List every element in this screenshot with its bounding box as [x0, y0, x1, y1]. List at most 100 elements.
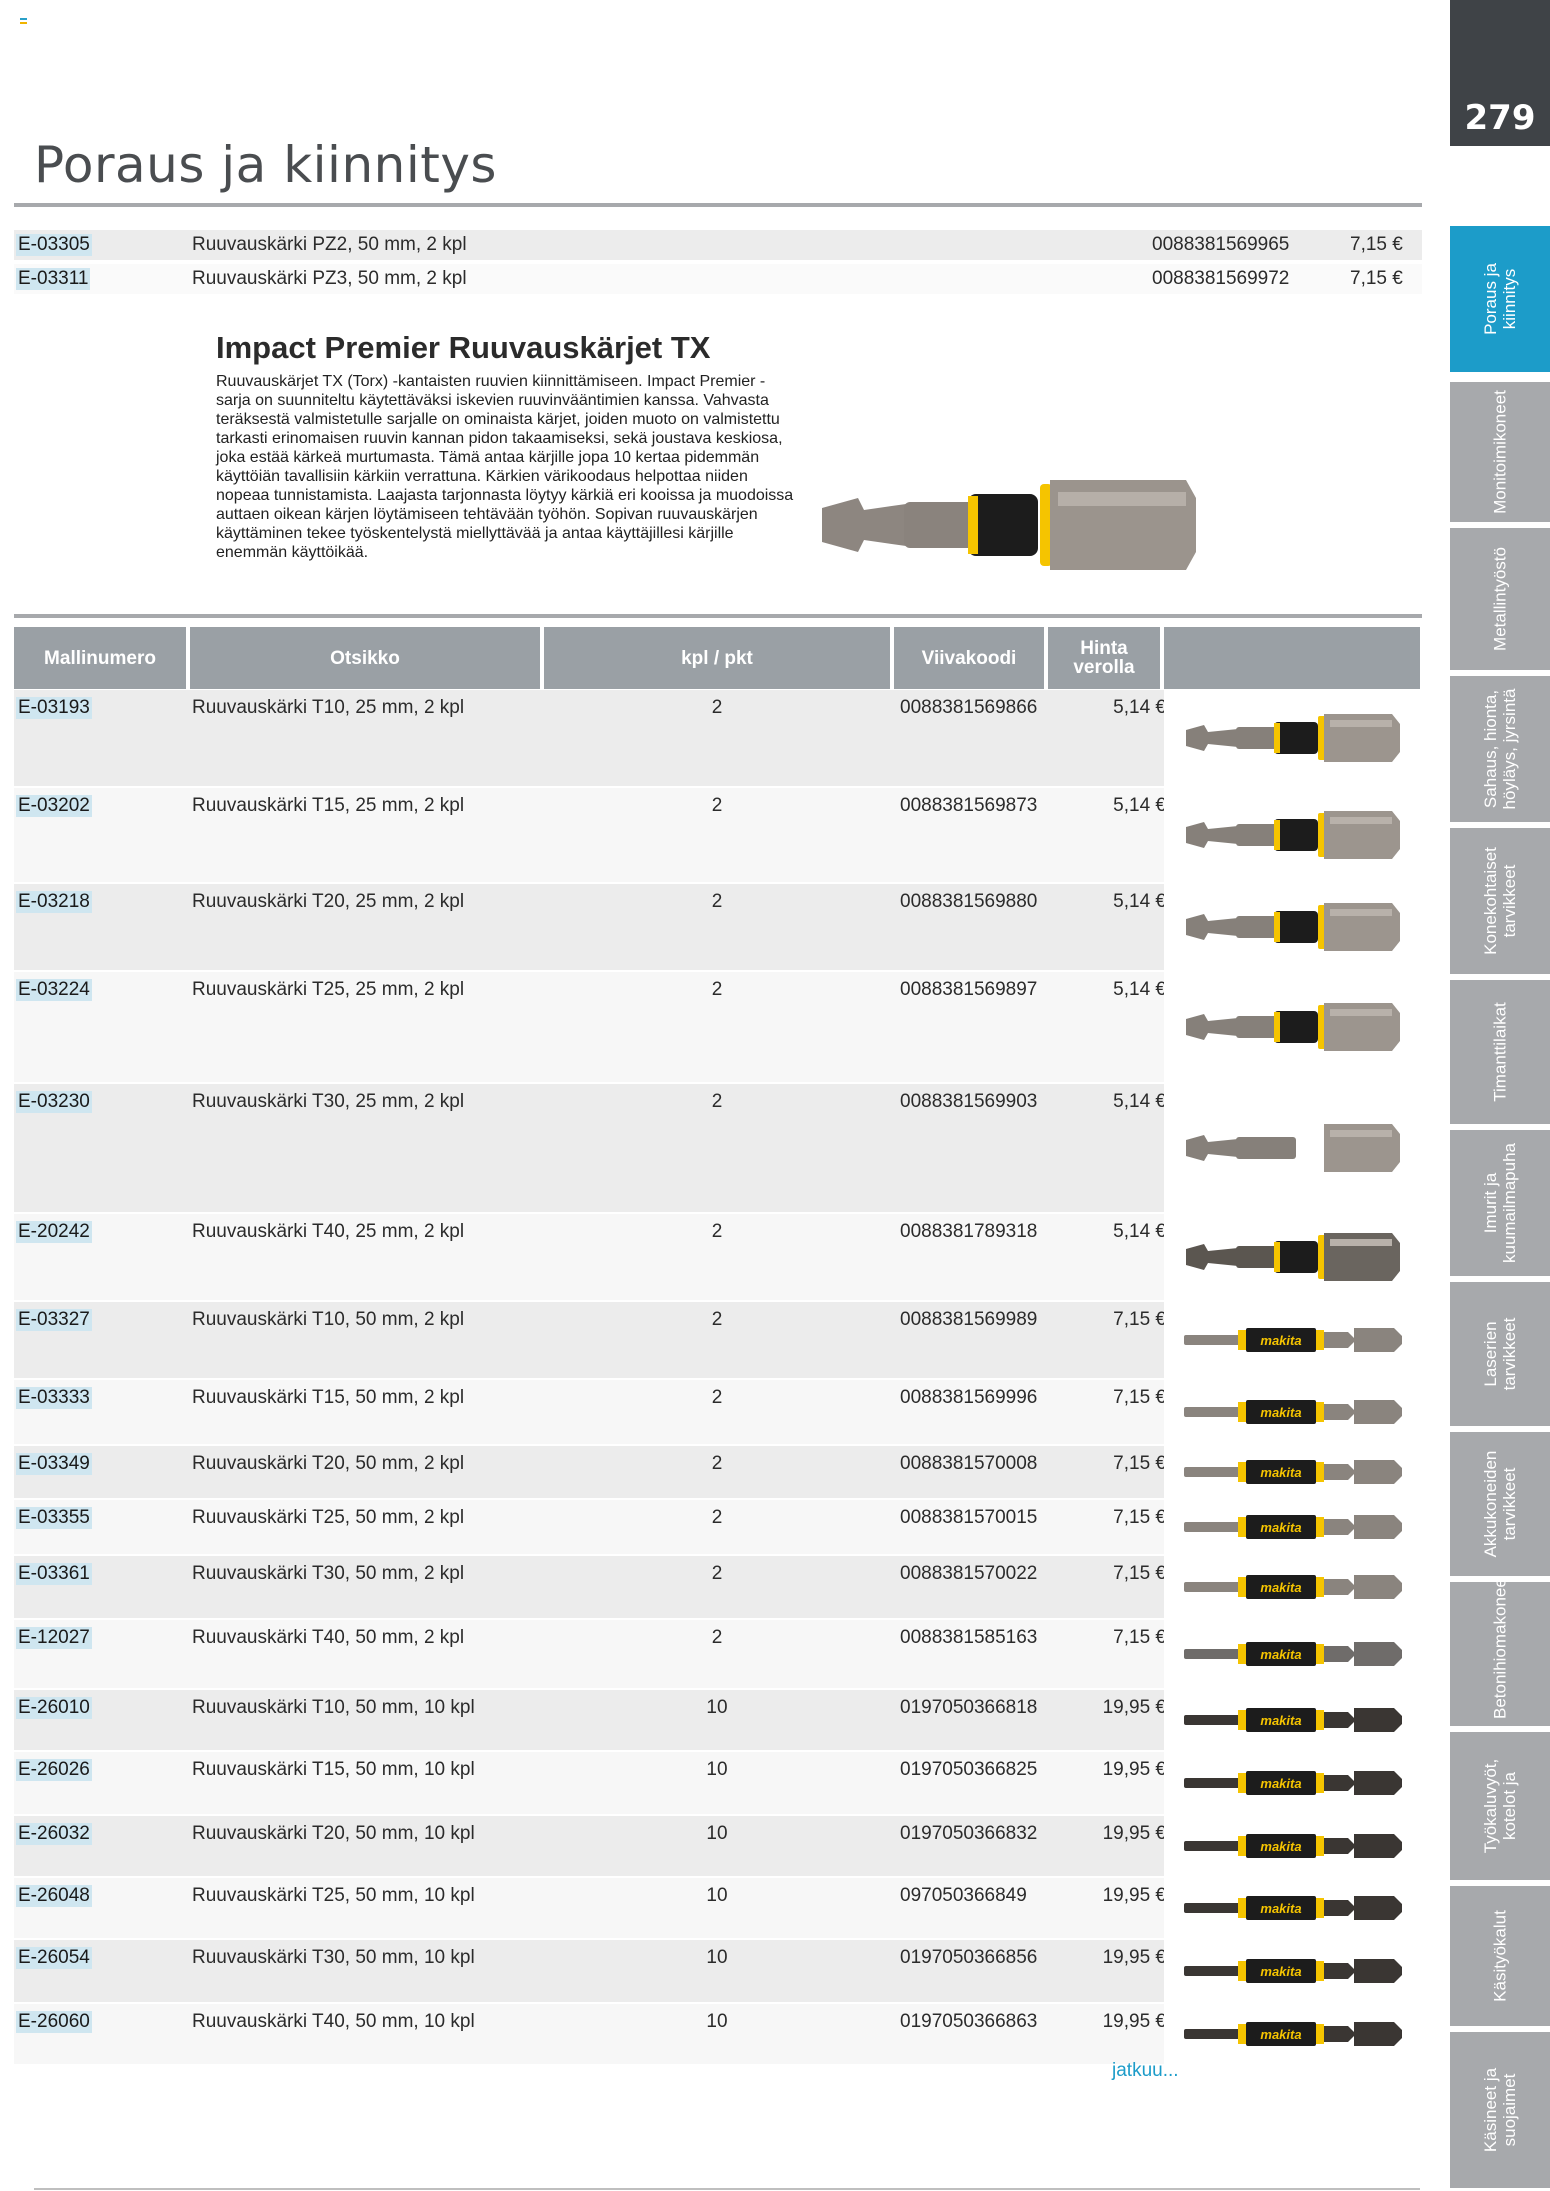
- model-code[interactable]: E-03311: [16, 268, 91, 290]
- sidebar-tab[interactable]: Työkaluvyöt, kotelot ja: [1450, 1732, 1550, 1880]
- header-title: Otsikko: [190, 627, 540, 689]
- model-code[interactable]: E-03333: [16, 1387, 92, 1409]
- table-row: E-26054 Ruuvauskärki T30, 50 mm, 10 kpl 10…: [14, 1940, 1422, 2002]
- row-barcode: 0197050366856: [900, 1947, 1038, 1968]
- row-barcode: 0088381569866: [900, 697, 1038, 718]
- sidebar-tab-label: Työkaluvyöt, kotelot ja: [1481, 1758, 1519, 1854]
- row-barcode: 0088381570015: [900, 1507, 1038, 1528]
- table-row: E-03224 Ruuvauskärki T25, 25 mm, 2 kpl 2 00…: [14, 972, 1422, 1082]
- table-row: E-26010 Ruuvauskärki T10, 50 mm, 10 kpl 10…: [14, 1690, 1422, 1750]
- sidebar-tab[interactable]: Käsityökalut: [1450, 1886, 1550, 2026]
- screw-bit-image: makita: [1184, 1575, 1402, 1599]
- bit-black-band: [968, 494, 1038, 556]
- torx-tip: [822, 498, 906, 552]
- sidebar-tab[interactable]: Sahaus, hionta, höyläys, jyrsintä: [1450, 676, 1550, 822]
- sidebar-tab[interactable]: Metallintyöstö: [1450, 528, 1550, 670]
- screw-bit-image: [1186, 1003, 1400, 1051]
- sidebar-tab-label: Käsityökalut: [1490, 1910, 1510, 2002]
- row-barcode: 0088381569897: [900, 979, 1038, 1000]
- screw-bit-image: makita: [1184, 1708, 1402, 1732]
- row-qty: 2: [711, 1453, 723, 1474]
- row-title: Ruuvauskärki T20, 50 mm, 2 kpl: [192, 1453, 465, 1474]
- image-cell: makita: [1164, 1816, 1422, 1876]
- sidebar-tab[interactable]: Imurit ja kuumailmapuha: [1450, 1130, 1550, 1276]
- sidebar-tab[interactable]: Käsineet ja suojaimet: [1450, 2032, 1550, 2188]
- sidebar-tab[interactable]: Betonihiomakoneet: [1450, 1582, 1550, 1726]
- model-code[interactable]: E-03218: [16, 891, 92, 913]
- sidebar-tab[interactable]: Akkukoneiden tarvikkeet: [1450, 1432, 1550, 1576]
- header-model: Mallinumero: [14, 627, 186, 689]
- model-code[interactable]: E-03202: [16, 795, 92, 817]
- model-code[interactable]: E-03193: [16, 697, 92, 719]
- row-price: 7,15 €: [1113, 1507, 1166, 1528]
- model-code[interactable]: E-03349: [16, 1453, 92, 1475]
- table-row: E-03333 Ruuvauskärki T15, 50 mm, 2 kpl 2 00…: [14, 1380, 1422, 1444]
- row-price: 19,95 €: [1102, 1823, 1166, 1844]
- sidebar-tab[interactable]: Konekohtaiset tarvikkeet: [1450, 828, 1550, 974]
- model-code[interactable]: E-26060: [16, 2011, 92, 2033]
- row-title: Ruuvauskärki T40, 50 mm, 2 kpl: [192, 1627, 465, 1648]
- model-code[interactable]: E-03355: [16, 1507, 92, 1529]
- model-code[interactable]: E-26010: [16, 1697, 92, 1719]
- row-price: 19,95 €: [1102, 1759, 1166, 1780]
- sidebar-tab[interactable]: Poraus ja kiinnitys: [1450, 226, 1550, 372]
- row-title: Ruuvauskärki T30, 50 mm, 2 kpl: [192, 1563, 465, 1584]
- row-price: 5,14 €: [1113, 1221, 1166, 1242]
- sidebar-tab-label: Konekohtaiset tarvikkeet: [1481, 847, 1519, 955]
- screw-bit-image: makita: [1184, 1896, 1402, 1920]
- screw-bit-image: makita: [1184, 1515, 1402, 1539]
- model-code[interactable]: E-26048: [16, 1885, 92, 1907]
- row-price: 7,15 €: [1113, 1309, 1166, 1330]
- bit-brand-label: makita: [1260, 1901, 1301, 1916]
- row-qty: 10: [706, 1759, 728, 1780]
- row-barcode: 0197050366825: [900, 1759, 1038, 1780]
- image-cell: makita: [1164, 1446, 1422, 1498]
- sidebar-tab[interactable]: Laserien tarvikkeet: [1450, 1282, 1550, 1426]
- sidebar-tab-label: Akkukoneiden tarvikkeet: [1481, 1450, 1519, 1558]
- row-barcode: 097050366849: [900, 1885, 1027, 1906]
- model-code[interactable]: E-26032: [16, 1823, 92, 1845]
- row-title: Ruuvauskärki T30, 50 mm, 10 kpl: [192, 1947, 475, 1968]
- bit-brand-label: makita: [1260, 1776, 1301, 1791]
- row-barcode: 0088381570008: [900, 1453, 1038, 1474]
- sidebar-tab-label: Imurit ja kuumailmapuha: [1481, 1143, 1519, 1264]
- sidebar-tab[interactable]: Timanttilaikat: [1450, 980, 1550, 1124]
- table-row: E-03355 Ruuvauskärki T25, 50 mm, 2 kpl 2 00…: [14, 1500, 1422, 1554]
- screw-bit-image: makita: [1184, 2022, 1402, 2046]
- model-code[interactable]: E-26054: [16, 1947, 92, 1969]
- image-cell: makita: [1164, 1556, 1422, 1618]
- row-price: 19,95 €: [1102, 1697, 1166, 1718]
- table-row: E-26048 Ruuvauskärki T25, 50 mm, 10 kpl 10…: [14, 1878, 1422, 1938]
- screw-bit-image: makita: [1184, 1328, 1402, 1352]
- top-row: E-03305 Ruuvauskärki PZ2, 50 mm, 2 kpl 008…: [14, 230, 1422, 260]
- sidebar-tab[interactable]: Monitoimikoneet: [1450, 382, 1550, 522]
- row-qty: 10: [706, 1697, 728, 1718]
- row-qty: 2: [711, 1091, 723, 1112]
- row-price: 7,15 €: [1350, 234, 1403, 255]
- row-title: Ruuvauskärki T25, 50 mm, 10 kpl: [192, 1885, 475, 1906]
- screw-bit-image: makita: [1184, 1400, 1402, 1424]
- page-title: Poraus ja kiinnitys: [34, 136, 497, 194]
- header-image: [1164, 627, 1420, 689]
- model-code[interactable]: E-03224: [16, 979, 92, 1001]
- bit-brand-label: makita: [1260, 2027, 1301, 2042]
- table-row: E-03218 Ruuvauskärki T20, 25 mm, 2 kpl 2 00…: [14, 884, 1422, 970]
- model-code[interactable]: E-03327: [16, 1309, 92, 1331]
- header-qty: kpl / pkt: [544, 627, 890, 689]
- bit-brand-label: makita: [1260, 1713, 1301, 1728]
- row-title: Ruuvauskärki T15, 50 mm, 10 kpl: [192, 1759, 475, 1780]
- sidebar-tab-label: Timanttilaikat: [1490, 1002, 1510, 1102]
- model-code[interactable]: E-20242: [16, 1221, 92, 1243]
- bit-brand-label: makita: [1260, 1647, 1301, 1662]
- model-code[interactable]: E-03305: [16, 234, 92, 256]
- image-cell: [1164, 1084, 1422, 1212]
- row-price: 19,95 €: [1102, 1885, 1166, 1906]
- model-code[interactable]: E-26026: [16, 1759, 92, 1781]
- model-code[interactable]: E-03230: [16, 1091, 92, 1113]
- top-row: E-03311 Ruuvauskärki PZ3, 50 mm, 2 kpl 008…: [14, 264, 1422, 294]
- row-barcode: 0088381570022: [900, 1563, 1038, 1584]
- model-code[interactable]: E-12027: [16, 1627, 92, 1649]
- table-row: E-03349 Ruuvauskärki T20, 50 mm, 2 kpl 2 00…: [14, 1446, 1422, 1498]
- model-code[interactable]: E-03361: [16, 1563, 92, 1585]
- row-qty: 10: [706, 2011, 728, 2032]
